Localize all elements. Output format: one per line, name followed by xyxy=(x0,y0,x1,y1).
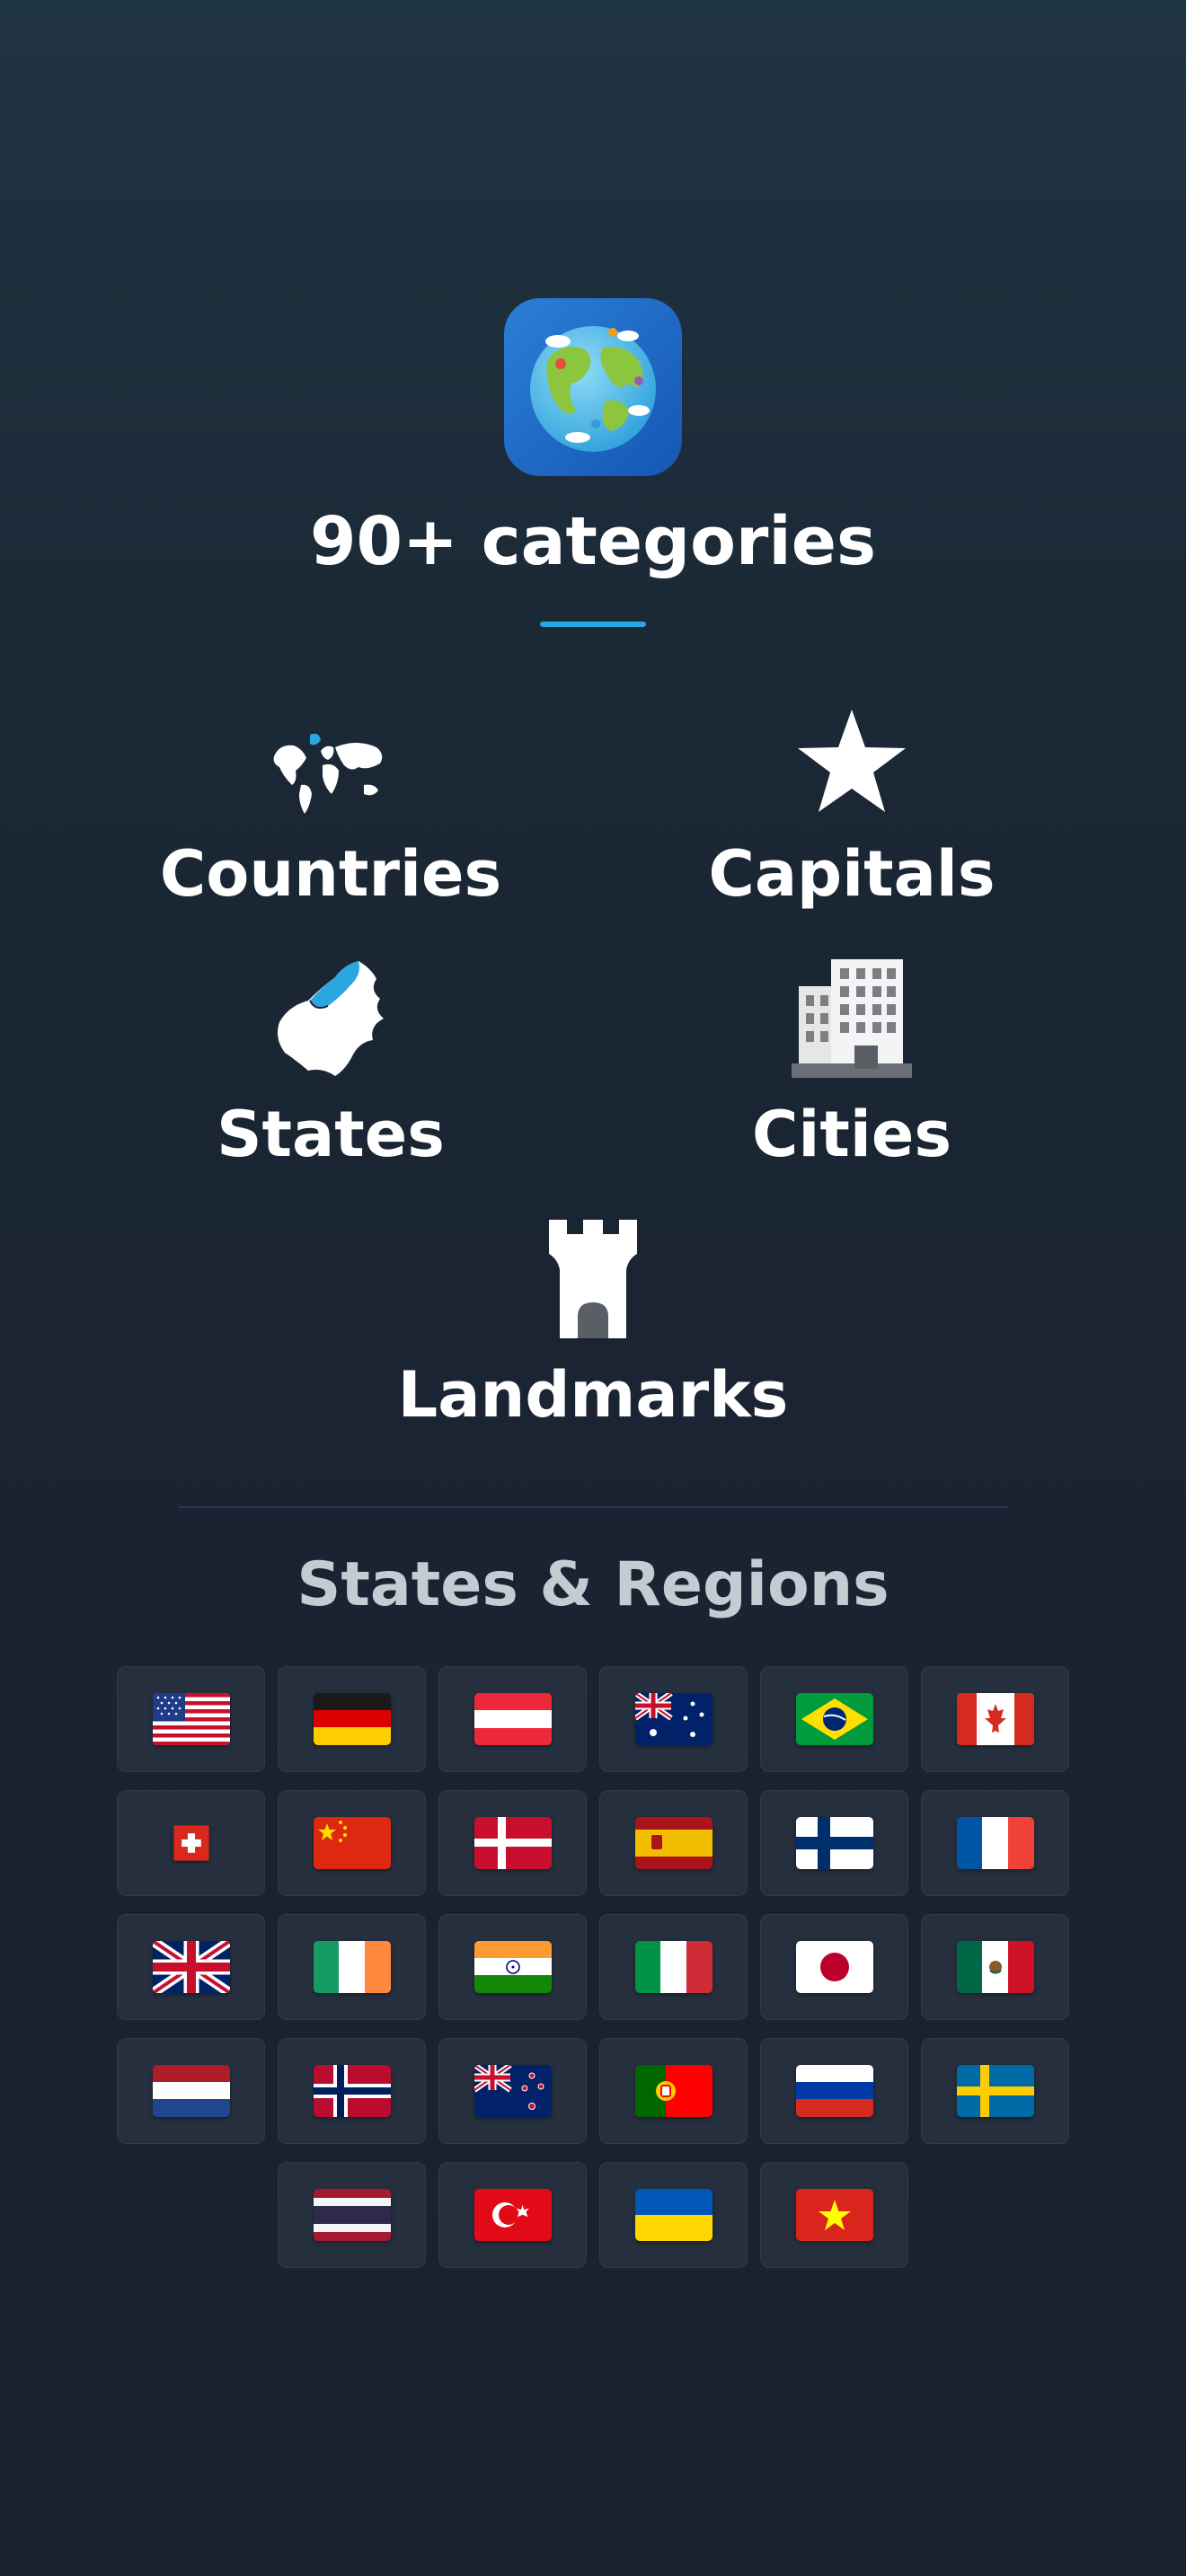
flag-grid xyxy=(99,1666,1087,2286)
vn-flag-icon xyxy=(795,2189,873,2241)
flag-tile-tr[interactable] xyxy=(438,2162,587,2268)
category-label: Landmarks xyxy=(397,1358,789,1432)
flag-tile-ie[interactable] xyxy=(278,1914,426,2020)
category-landmarks[interactable]: Landmarks xyxy=(359,1220,827,1435)
flag-tile-gb[interactable] xyxy=(117,1914,265,2020)
se-flag-icon xyxy=(956,2065,1034,2117)
jp-flag-icon xyxy=(795,1941,873,1993)
flag-tile-mx[interactable] xyxy=(921,1914,1069,2020)
category-capitals[interactable]: Capitals xyxy=(618,701,1085,914)
flag-tile-ch[interactable] xyxy=(117,1790,265,1896)
dk-flag-icon xyxy=(474,1817,552,1869)
au-flag-icon xyxy=(634,1693,712,1745)
world-map-icon xyxy=(97,701,564,817)
flag-tile-us[interactable] xyxy=(117,1666,265,1772)
flag-row xyxy=(99,2162,1087,2268)
flag-tile-ca[interactable] xyxy=(921,1666,1069,1772)
no-flag-icon xyxy=(313,2065,391,2117)
at-flag-icon xyxy=(474,1693,552,1745)
flag-tile-it[interactable] xyxy=(599,1914,748,2020)
flag-tile-br[interactable] xyxy=(760,1666,908,1772)
flag-tile-nl[interactable] xyxy=(117,2038,265,2144)
section-title: States & Regions xyxy=(296,1549,890,1620)
section-divider xyxy=(178,1506,1008,1508)
star-icon xyxy=(618,701,1085,817)
title-underline xyxy=(540,622,646,627)
globe-app-icon xyxy=(504,298,682,476)
castle-tower-icon xyxy=(359,1220,827,1338)
ru-flag-icon xyxy=(795,2065,873,2117)
category-countries[interactable]: Countries xyxy=(97,701,564,914)
flag-tile-es[interactable] xyxy=(599,1790,748,1896)
us-flag-icon xyxy=(152,1693,230,1745)
page-title: 90+ categories xyxy=(309,503,876,580)
flag-tile-at[interactable] xyxy=(438,1666,587,1772)
ie-flag-icon xyxy=(313,1941,391,1993)
flag-tile-dk[interactable] xyxy=(438,1790,587,1896)
th-flag-icon xyxy=(313,2189,391,2241)
flag-row xyxy=(99,1790,1087,1896)
flag-tile-au[interactable] xyxy=(599,1666,748,1772)
flag-tile-jp[interactable] xyxy=(760,1914,908,2020)
it-flag-icon xyxy=(634,1941,712,1993)
gb-flag-icon xyxy=(152,1941,230,1993)
category-label: Capitals xyxy=(708,837,996,911)
category-label: States xyxy=(217,1098,445,1171)
flag-tile-de[interactable] xyxy=(278,1666,426,1772)
nl-flag-icon xyxy=(152,2065,230,2117)
flag-row xyxy=(99,2038,1087,2144)
tr-flag-icon xyxy=(474,2189,552,2241)
flag-tile-fi[interactable] xyxy=(760,1790,908,1896)
flag-tile-fr[interactable] xyxy=(921,1790,1069,1896)
flag-tile-in[interactable] xyxy=(438,1914,587,2020)
flag-tile-no[interactable] xyxy=(278,2038,426,2144)
flag-tile-pt[interactable] xyxy=(599,2038,748,2144)
category-cities[interactable]: Cities xyxy=(618,959,1085,1175)
category-label: Cities xyxy=(752,1098,951,1171)
br-flag-icon xyxy=(795,1693,873,1745)
building-icon xyxy=(618,959,1085,1078)
de-flag-icon xyxy=(313,1693,391,1745)
category-states[interactable]: States xyxy=(97,961,564,1175)
flag-tile-ru[interactable] xyxy=(760,2038,908,2144)
es-flag-icon xyxy=(634,1817,712,1869)
flag-row xyxy=(99,1666,1087,1772)
cn-flag-icon xyxy=(313,1817,391,1869)
fi-flag-icon xyxy=(795,1817,873,1869)
in-flag-icon xyxy=(474,1941,552,1993)
state-map-icon xyxy=(97,961,564,1078)
ua-flag-icon xyxy=(634,2189,712,2241)
mx-flag-icon xyxy=(956,1941,1034,1993)
pt-flag-icon xyxy=(634,2065,712,2117)
category-label: Countries xyxy=(159,837,502,911)
flag-tile-nz[interactable] xyxy=(438,2038,587,2144)
ca-flag-icon xyxy=(956,1693,1034,1745)
ch-flag-icon xyxy=(173,1825,209,1861)
flag-tile-ua[interactable] xyxy=(599,2162,748,2268)
flag-row xyxy=(99,1914,1087,2020)
flag-tile-cn[interactable] xyxy=(278,1790,426,1896)
fr-flag-icon xyxy=(956,1817,1034,1869)
nz-flag-icon xyxy=(474,2065,552,2117)
flag-tile-th[interactable] xyxy=(278,2162,426,2268)
flag-tile-se[interactable] xyxy=(921,2038,1069,2144)
flag-tile-vn[interactable] xyxy=(760,2162,908,2268)
